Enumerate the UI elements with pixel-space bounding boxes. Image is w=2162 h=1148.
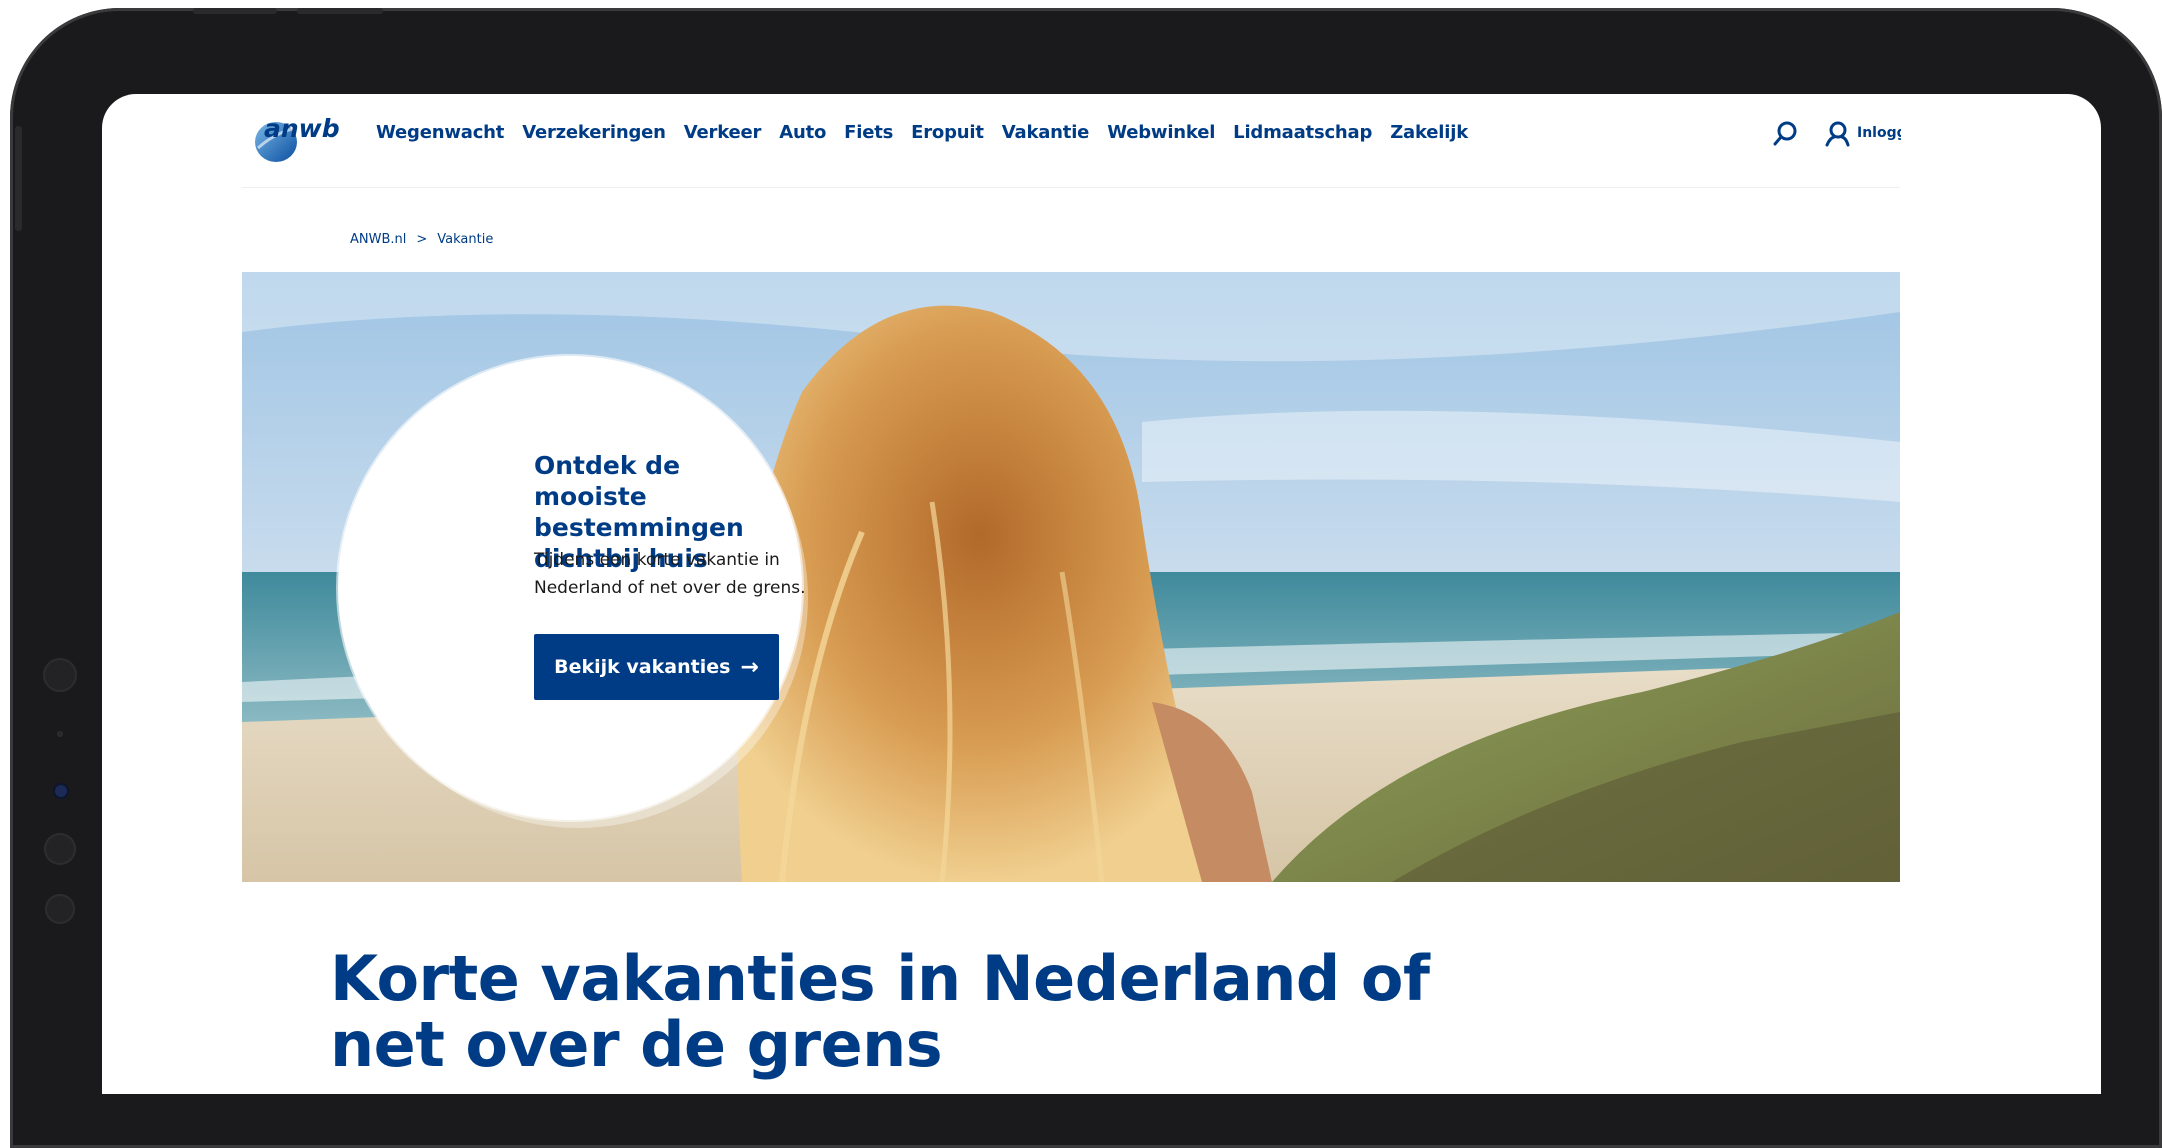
nav-item-fiets[interactable]: Fiets xyxy=(844,121,893,145)
anwb-logo[interactable]: anwb xyxy=(250,108,352,166)
sensor-dot xyxy=(43,658,77,692)
side-button xyxy=(15,126,22,231)
nav-item-zakelijk[interactable]: Zakelijk xyxy=(1390,121,1468,145)
page-title: Korte vakanties in Nederland of net over… xyxy=(330,942,1430,1081)
breadcrumb-separator: > xyxy=(416,232,428,247)
login-link[interactable]: Inlogg xyxy=(1857,119,1901,147)
sensor-dot xyxy=(57,731,63,737)
search-icon[interactable] xyxy=(1771,118,1801,148)
tablet-frame: anwb Wegenwacht Verzekeringen Verkeer Au… xyxy=(10,8,2162,1148)
header-divider xyxy=(242,187,1900,188)
breadcrumb-home[interactable]: ANWB.nl xyxy=(350,232,406,247)
nav-item-verzekeringen[interactable]: Verzekeringen xyxy=(522,121,666,145)
nav-item-verkeer[interactable]: Verkeer xyxy=(684,121,762,145)
sensor-dot xyxy=(44,833,76,865)
header-actions: Inlogg xyxy=(1771,118,1901,148)
top-button xyxy=(193,8,277,14)
breadcrumb-current[interactable]: Vakantie xyxy=(437,232,493,247)
nav-item-vakantie[interactable]: Vakantie xyxy=(1002,121,1090,145)
top-button xyxy=(297,8,383,14)
view-vacations-button[interactable]: Bekijk vakanties → xyxy=(534,634,779,700)
nav-item-eropuit[interactable]: Eropuit xyxy=(911,121,984,145)
nav-item-webwinkel[interactable]: Webwinkel xyxy=(1107,121,1215,145)
button-label: Bekijk vakanties xyxy=(554,656,731,678)
nav-item-wegenwacht[interactable]: Wegenwacht xyxy=(376,121,504,145)
site-header: anwb Wegenwacht Verzekeringen Verkeer Au… xyxy=(102,94,2101,188)
screen: anwb Wegenwacht Verzekeringen Verkeer Au… xyxy=(102,94,2101,1094)
logo-text: anwb xyxy=(264,114,340,143)
nav-item-auto[interactable]: Auto xyxy=(779,121,826,145)
hero-description: Tijdens een korte vakantie in Nederland … xyxy=(534,550,806,598)
breadcrumb: ANWB.nl > Vakantie xyxy=(350,232,493,247)
camera-icon xyxy=(55,785,67,797)
main-nav: Wegenwacht Verzekeringen Verkeer Auto Fi… xyxy=(376,121,1486,145)
arrow-right-icon: → xyxy=(740,654,759,680)
hero-banner: Ontdek de mooiste bestemmingen dichtbij … xyxy=(242,272,1900,882)
sensor-dot xyxy=(45,894,75,924)
user-icon[interactable] xyxy=(1823,119,1851,147)
nav-item-lidmaatschap[interactable]: Lidmaatschap xyxy=(1233,121,1372,145)
